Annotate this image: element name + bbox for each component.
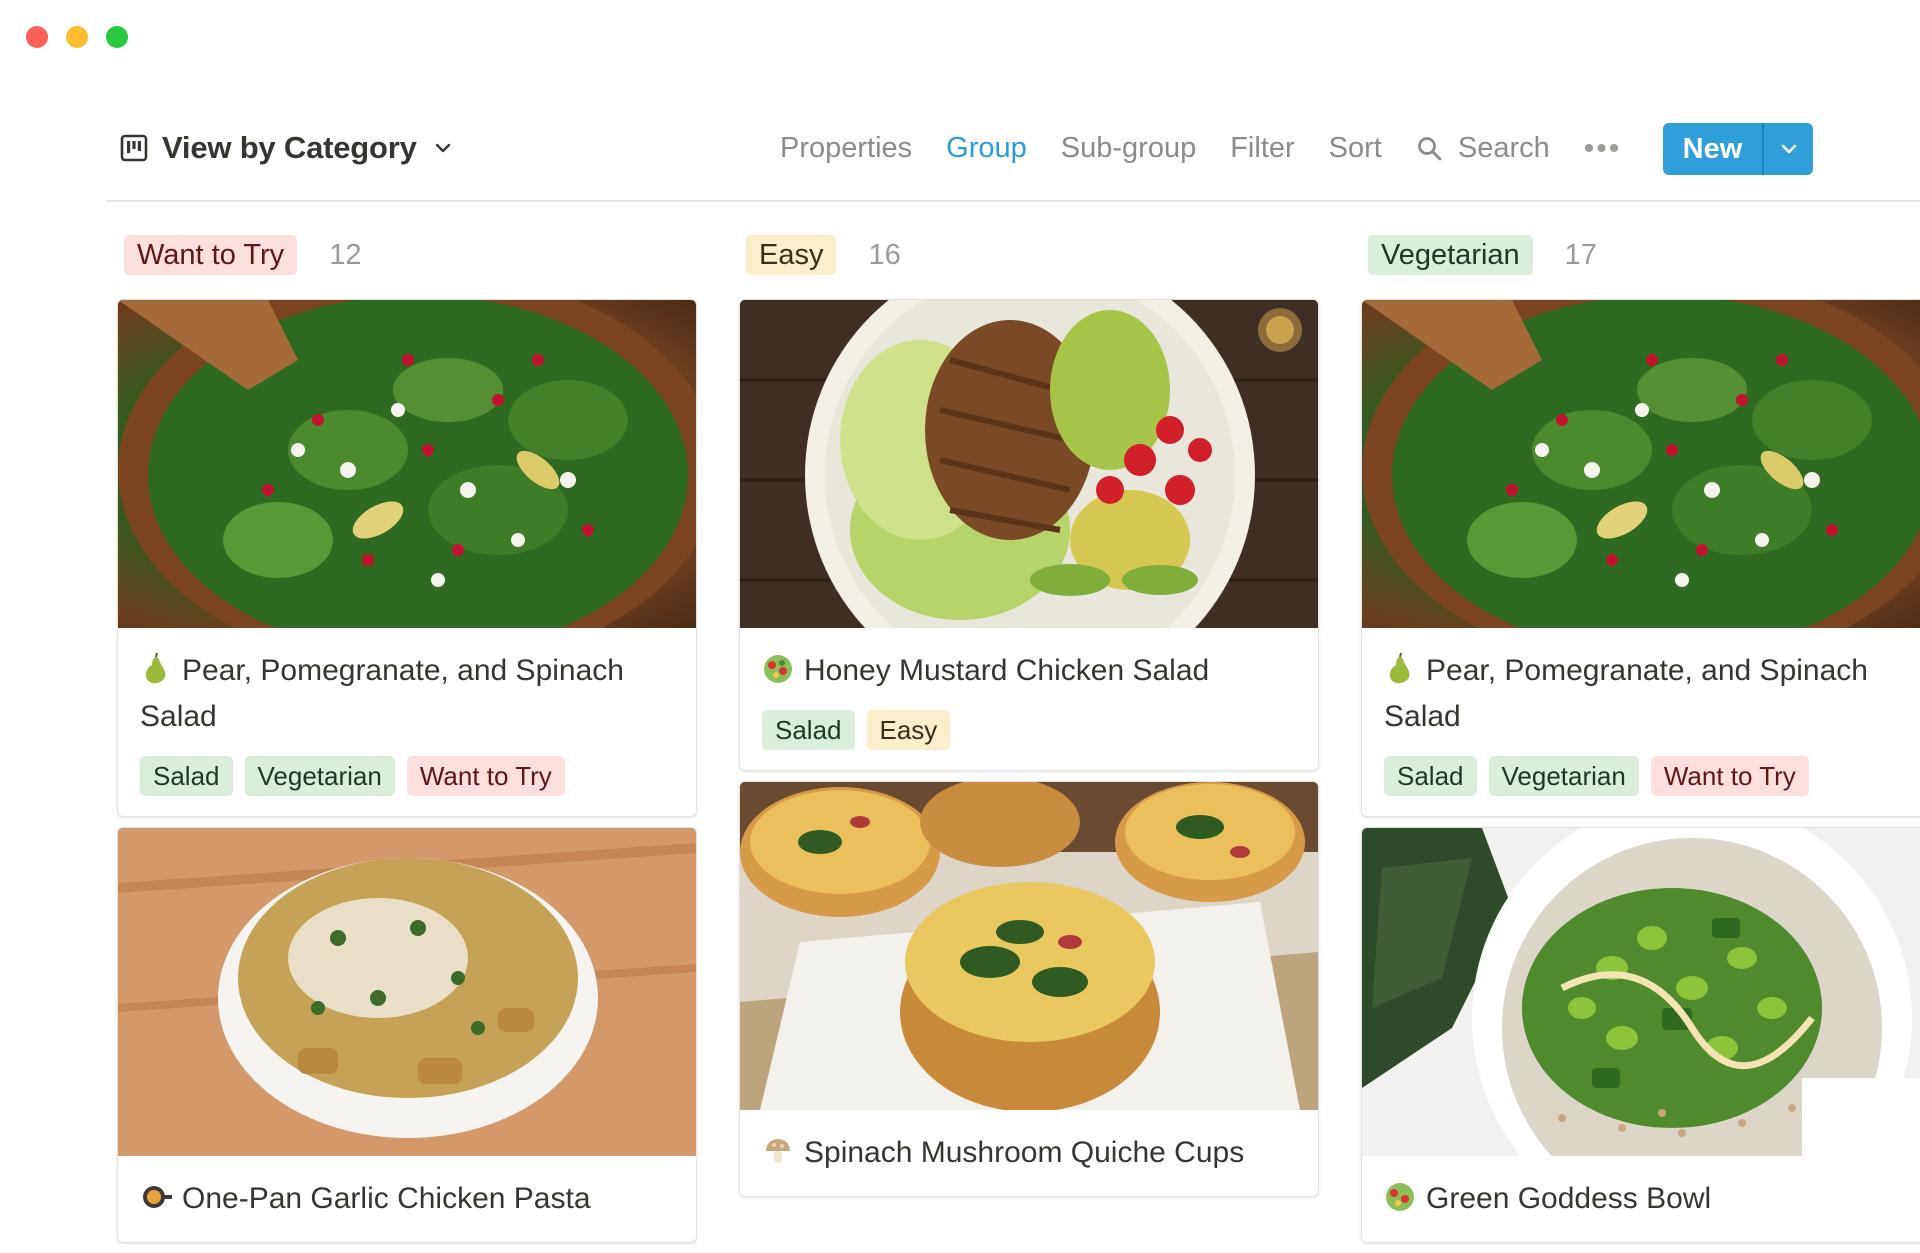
new-button[interactable]: New	[1663, 123, 1762, 175]
tag-salad: Salad	[140, 756, 233, 796]
card-cover-image	[118, 828, 696, 1156]
card-title: Spinach Mushroom Quiche Cups	[762, 1130, 1296, 1176]
new-button-group: New	[1663, 123, 1813, 175]
card-title-text: One-Pan Garlic Chicken Pasta	[182, 1182, 591, 1215]
board-view-icon	[120, 134, 148, 162]
tag-salad: Salad	[762, 710, 855, 750]
subgroup-button[interactable]: Sub-group	[1061, 132, 1196, 165]
chevron-down-icon	[1781, 144, 1796, 154]
more-options-button[interactable]: •••	[1584, 133, 1622, 164]
green-goddess-bowl-image	[1362, 828, 1920, 1156]
search-icon	[1417, 136, 1442, 160]
card-title: Honey Mustard Chicken Salad	[762, 648, 1296, 694]
quiche-cups-image	[740, 782, 1318, 1110]
zoom-window-button[interactable]	[106, 26, 128, 48]
tag-vegetarian: Vegetarian	[244, 756, 395, 796]
card-cover-image	[118, 300, 696, 628]
recipe-card[interactable]: Honey Mustard Chicken Salad Salad Easy	[739, 299, 1319, 771]
card-tags: Salad Easy	[762, 710, 1296, 750]
pasta-bowl-image	[118, 828, 696, 1156]
column-header: Vegetarian 17	[1368, 235, 1920, 275]
minimize-window-button[interactable]	[66, 26, 88, 48]
board-column-vegetarian: Vegetarian 17 Pear, Pomegranate, and Spi…	[1361, 235, 1920, 1253]
tag-vegetarian: Vegetarian	[1488, 756, 1639, 796]
column-label[interactable]: Want to Try	[124, 235, 298, 275]
spinach-salad-image	[118, 300, 696, 628]
card-body: One-Pan Garlic Chicken Pasta	[118, 1156, 696, 1242]
card-title: Pear, Pomegranate, and Spinach Salad	[140, 648, 674, 740]
tag-want-to-try: Want to Try	[406, 756, 565, 796]
pear-icon	[145, 653, 166, 684]
chevron-down-icon	[435, 143, 450, 153]
toolbar-actions: Properties Group Sub-group Filter Sort S…	[780, 132, 1655, 165]
board-column-easy: Easy 16 Honey Mustard Chicken Salad Sala…	[739, 235, 1319, 1207]
card-tags: Salad Vegetarian Want to Try	[1384, 756, 1918, 796]
card-cover-image	[1362, 828, 1920, 1156]
card-cover-image	[740, 300, 1318, 628]
card-body: Pear, Pomegranate, and Spinach Salad Sal…	[118, 628, 696, 816]
chicken-salad-image	[740, 300, 1318, 628]
card-title: One-Pan Garlic Chicken Pasta	[140, 1176, 674, 1222]
view-selector-button[interactable]: View by Category	[120, 130, 453, 166]
card-title-text: Pear, Pomegranate, and Spinach Salad	[1384, 654, 1868, 733]
card-cover-image	[1362, 300, 1920, 628]
tag-want-to-try: Want to Try	[1650, 756, 1809, 796]
pan-icon	[143, 1186, 172, 1208]
card-body: Spinach Mushroom Quiche Cups	[740, 1110, 1318, 1196]
search-label: Search	[1457, 132, 1550, 164]
card-title-text: Honey Mustard Chicken Salad	[804, 654, 1210, 687]
card-title: Green Goddess Bowl	[1384, 1176, 1918, 1222]
tag-easy: Easy	[866, 710, 951, 750]
card-cover-image	[740, 782, 1318, 1110]
column-label[interactable]: Vegetarian	[1368, 235, 1533, 275]
board-column-want-to-try: Want to Try 12 Pear, Pomegranate, and Sp…	[117, 235, 697, 1253]
sort-button[interactable]: Sort	[1329, 132, 1382, 165]
card-title-text: Green Goddess Bowl	[1426, 1182, 1712, 1215]
view-title: View by Category	[162, 130, 417, 165]
filter-button[interactable]: Filter	[1230, 132, 1294, 165]
column-count: 16	[868, 238, 901, 271]
salad-icon	[764, 655, 792, 683]
card-title-text: Spinach Mushroom Quiche Cups	[804, 1136, 1245, 1169]
spinach-salad-image	[1362, 300, 1920, 628]
card-tags: Salad Vegetarian Want to Try	[140, 756, 674, 796]
recipe-card[interactable]: Green Goddess Bowl	[1361, 827, 1920, 1243]
mushroom-icon	[766, 1139, 790, 1163]
recipe-card[interactable]: Pear, Pomegranate, and Spinach Salad Sal…	[1361, 299, 1920, 817]
window-controls	[26, 26, 128, 48]
card-body: Green Goddess Bowl	[1362, 1156, 1920, 1242]
properties-button[interactable]: Properties	[780, 132, 912, 165]
card-body: Honey Mustard Chicken Salad Salad Easy	[740, 628, 1318, 770]
column-header: Easy 16	[746, 235, 1319, 275]
new-dropdown-button[interactable]	[1764, 123, 1813, 175]
card-body: Pear, Pomegranate, and Spinach Salad Sal…	[1362, 628, 1920, 816]
column-count: 12	[329, 238, 362, 271]
view-toolbar: View by Category Properties Group Sub-gr…	[106, 120, 1920, 202]
close-window-button[interactable]	[26, 26, 48, 48]
card-title: Pear, Pomegranate, and Spinach Salad	[1384, 648, 1918, 740]
recipe-card[interactable]: One-Pan Garlic Chicken Pasta	[117, 827, 697, 1243]
recipe-card[interactable]: Spinach Mushroom Quiche Cups	[739, 781, 1319, 1197]
column-header: Want to Try 12	[124, 235, 697, 275]
card-title-text: Pear, Pomegranate, and Spinach Salad	[140, 654, 624, 733]
salad-icon	[1386, 1183, 1414, 1211]
recipe-card[interactable]: Pear, Pomegranate, and Spinach Salad Sal…	[117, 299, 697, 817]
pear-icon	[1389, 653, 1410, 684]
tag-salad: Salad	[1384, 756, 1477, 796]
column-count: 17	[1564, 238, 1597, 271]
group-button[interactable]: Group	[946, 132, 1027, 165]
column-label[interactable]: Easy	[746, 235, 837, 275]
search-button[interactable]: Search	[1416, 132, 1550, 165]
